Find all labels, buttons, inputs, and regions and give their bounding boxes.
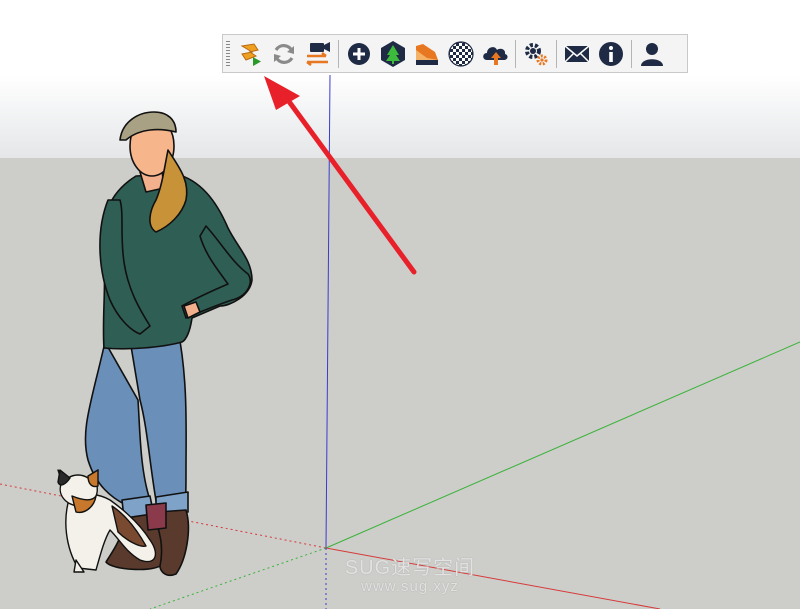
toolbar-grip[interactable] bbox=[226, 41, 230, 67]
info-button[interactable] bbox=[596, 38, 626, 70]
plugin-toolbar bbox=[222, 34, 688, 73]
render-start-button[interactable] bbox=[235, 38, 265, 70]
cloud-upload-icon bbox=[483, 46, 508, 65]
video-export-button[interactable] bbox=[303, 38, 333, 70]
tree-asset-button[interactable] bbox=[378, 38, 408, 70]
annotation-arrow bbox=[264, 76, 417, 275]
refresh-icon bbox=[274, 43, 294, 64]
tree-icon bbox=[381, 40, 405, 67]
info-icon bbox=[599, 41, 623, 66]
mail-button[interactable] bbox=[562, 38, 592, 70]
checker-sphere-icon bbox=[448, 40, 474, 67]
material-swatch-button[interactable] bbox=[412, 38, 442, 70]
watermark-title: SUG速写空间 bbox=[344, 557, 476, 579]
gears-icon bbox=[525, 42, 548, 65]
watermark: SUG速写空间 www.sug.xyz bbox=[325, 558, 495, 595]
add-button[interactable] bbox=[344, 38, 374, 70]
mail-icon bbox=[564, 44, 590, 63]
toolbar-separator bbox=[631, 39, 632, 68]
cloud-upload-button[interactable] bbox=[480, 38, 510, 70]
edge-play-icon bbox=[240, 42, 261, 66]
plus-circle-icon bbox=[348, 42, 370, 65]
watermark-url: www.sug.xyz bbox=[361, 578, 459, 595]
green-axis bbox=[325, 341, 800, 549]
account-button[interactable] bbox=[637, 38, 667, 70]
refresh-button[interactable] bbox=[269, 38, 299, 70]
3d-viewport[interactable] bbox=[0, 0, 800, 609]
toolbar-separator bbox=[338, 39, 339, 68]
toolbar-separator bbox=[556, 39, 557, 68]
toolbar-separator bbox=[515, 39, 516, 68]
blue-axis bbox=[325, 74, 331, 549]
settings-button[interactable] bbox=[521, 38, 551, 70]
checker-sphere-button[interactable] bbox=[446, 38, 476, 70]
material-swatch-icon bbox=[416, 43, 438, 65]
user-icon bbox=[641, 42, 663, 66]
video-camera-icon bbox=[306, 41, 330, 66]
